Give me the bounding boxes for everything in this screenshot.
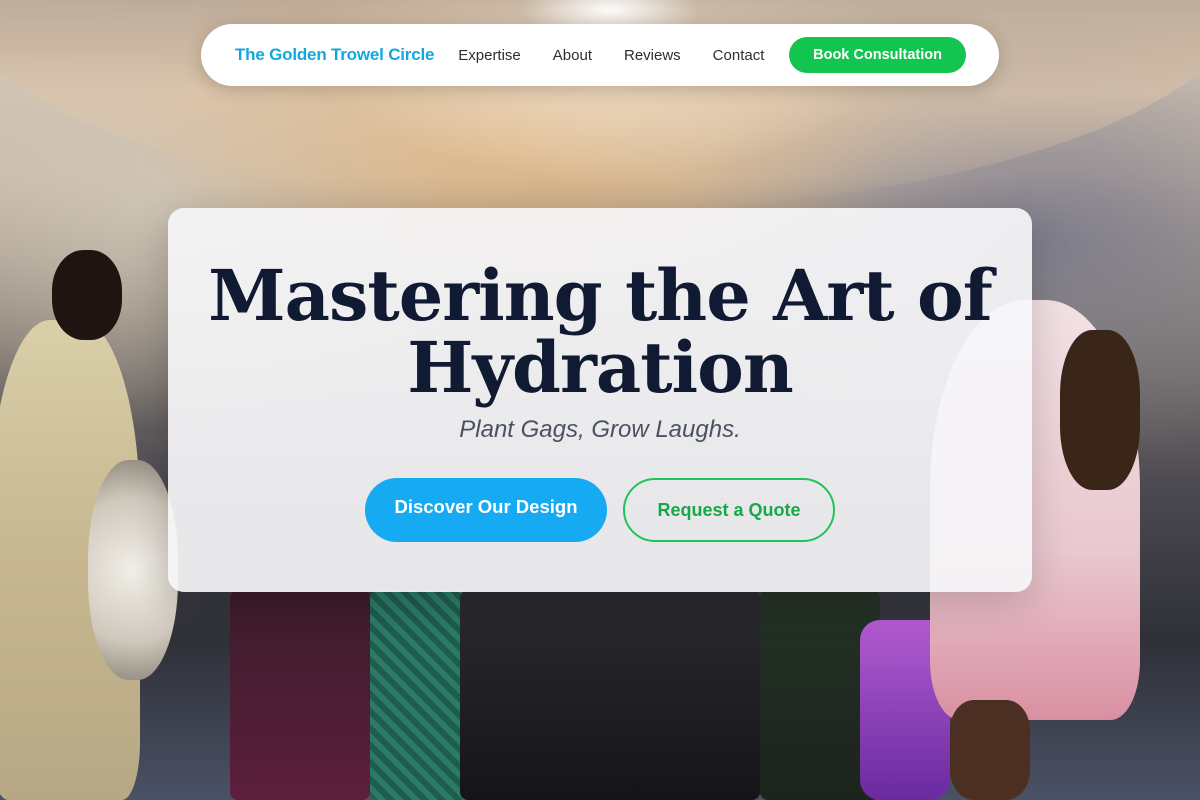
nav-link-contact[interactable]: Contact [713, 47, 765, 64]
request-quote-button[interactable]: Request a Quote [623, 478, 835, 542]
discover-design-button[interactable]: Discover Our Design [365, 478, 607, 542]
brand-logo[interactable]: The Golden Trowel Circle [235, 45, 434, 65]
person-head [52, 250, 122, 340]
person-figure [950, 700, 1030, 800]
top-navbar: The Golden Trowel Circle Expertise About… [201, 24, 999, 86]
fur-bag [88, 460, 178, 680]
hero-title: Mastering the Art of Hydration [208, 254, 993, 409]
book-consultation-button[interactable]: Book Consultation [789, 37, 966, 73]
nav-link-expertise[interactable]: Expertise [458, 47, 521, 64]
person-figure [460, 590, 760, 800]
person-head [1060, 330, 1140, 490]
hero-card: Mastering the Art of Hydration Plant Gag… [168, 208, 1032, 592]
hero-buttons: Discover Our Design Request a Quote [168, 478, 1032, 542]
hero-subtitle: Plant Gags, Grow Laughs. [459, 416, 741, 443]
nav-link-about[interactable]: About [553, 47, 592, 64]
person-figure [230, 590, 370, 800]
nav-links: Expertise About Reviews Contact [458, 47, 764, 64]
nav-link-reviews[interactable]: Reviews [624, 47, 681, 64]
